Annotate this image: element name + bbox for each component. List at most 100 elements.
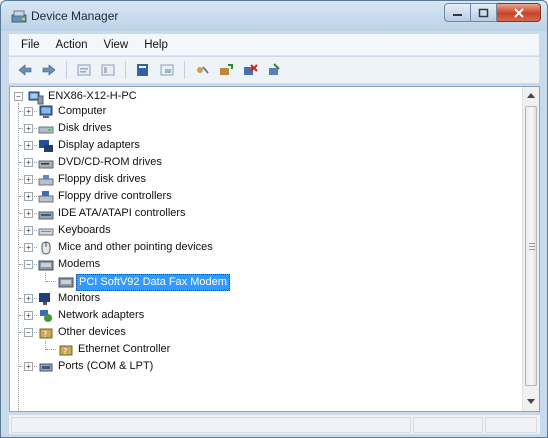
computer-view-button[interactable]: [157, 60, 177, 80]
tree-item-softv92-modem[interactable]: PCI SoftV92 Data Fax Modem: [76, 274, 230, 291]
floppy-icon: [38, 175, 54, 186]
status-pane: [413, 417, 483, 433]
disable-device-button[interactable]: [240, 60, 260, 80]
tree-root-label[interactable]: ENX86-X12-H-PC: [46, 89, 139, 104]
tree-item-ethernet-controller[interactable]: Ethernet Controller: [76, 342, 172, 357]
toolbar-separator: [184, 61, 185, 79]
menu-file[interactable]: File: [13, 39, 48, 51]
scan-hardware-icon: [197, 66, 209, 74]
floppy-controller-icon: [38, 191, 54, 203]
maximize-button[interactable]: [471, 3, 497, 22]
menu-view[interactable]: View: [96, 39, 137, 51]
monitor-icon: [39, 293, 50, 305]
update-driver-button[interactable]: [216, 60, 236, 80]
tree-item-other-devices[interactable]: Other devices: [56, 325, 128, 340]
status-pane: [485, 417, 537, 433]
menu-help[interactable]: Help: [136, 39, 176, 51]
title-bar[interactable]: Device Manager: [1, 1, 547, 31]
forward-icon: [42, 64, 56, 76]
toolbar-separator: [125, 61, 126, 79]
device-manager-window: Device Manager File Action View Help − E…: [0, 0, 548, 438]
expand-toggle[interactable]: +: [24, 362, 33, 371]
properties-button[interactable]: [74, 60, 94, 80]
modem-icon: [38, 260, 54, 271]
menu-bar: File Action View Help: [9, 34, 539, 56]
tree-item-floppy-drives[interactable]: Floppy disk drives: [56, 172, 148, 187]
show-hidden-button[interactable]: [133, 60, 153, 80]
tree-item-monitors[interactable]: Monitors: [56, 291, 102, 306]
expand-toggle[interactable]: +: [24, 124, 33, 133]
expand-toggle[interactable]: +: [24, 294, 33, 303]
expand-toggle[interactable]: +: [24, 192, 33, 201]
computer-view-icon: [160, 64, 174, 76]
scroll-down-button[interactable]: [523, 393, 539, 410]
expand-toggle[interactable]: +: [24, 175, 33, 184]
tree-item-mice[interactable]: Mice and other pointing devices: [56, 240, 215, 255]
tree-item-computer[interactable]: Computer: [56, 104, 108, 119]
keyboard-icon: [38, 228, 54, 236]
svg-text:?: ?: [63, 347, 67, 356]
network-adapter-icon: [40, 310, 52, 322]
minimize-icon: [452, 13, 462, 16]
minimize-button[interactable]: [444, 3, 471, 22]
expand-toggle[interactable]: +: [24, 243, 33, 252]
toolbar-separator: [66, 61, 67, 79]
chevron-down-icon: [527, 399, 535, 404]
device-manager-icon: [11, 10, 27, 23]
menu-action[interactable]: Action: [48, 39, 96, 51]
tree-item-dvd-drives[interactable]: DVD/CD-ROM drives: [56, 155, 164, 170]
expand-toggle[interactable]: +: [24, 311, 33, 320]
expand-toggle[interactable]: +: [24, 209, 33, 218]
device-tree[interactable]: − ENX86-X12-H-PC + Computer + Disk drive…: [9, 86, 540, 412]
toolbar: [9, 57, 539, 83]
uninstall-device-icon: [269, 63, 280, 75]
properties-icon: [77, 64, 91, 76]
status-bar: [9, 414, 540, 434]
tree-item-display-adapters[interactable]: Display adapters: [56, 138, 142, 153]
vertical-scrollbar[interactable]: [522, 87, 539, 411]
modem-icon: [58, 277, 74, 288]
tree-item-modems[interactable]: Modems: [56, 257, 102, 272]
back-icon: [18, 64, 32, 76]
show-hidden-icon: [137, 64, 148, 76]
help-button[interactable]: [98, 60, 118, 80]
tree-item-keyboards[interactable]: Keyboards: [56, 223, 113, 238]
svg-text:?: ?: [43, 330, 47, 339]
close-icon: [513, 7, 524, 18]
back-button[interactable]: [15, 60, 35, 80]
dvd-drive-icon: [38, 160, 54, 169]
collapse-root-toggle[interactable]: −: [14, 92, 23, 101]
tree-item-ide-controllers[interactable]: IDE ATA/ATAPI controllers: [56, 206, 188, 221]
scroll-thumb[interactable]: [525, 106, 537, 386]
tree-item-floppy-controllers[interactable]: Floppy drive controllers: [56, 189, 174, 204]
expand-toggle[interactable]: +: [24, 107, 33, 116]
collapse-toggle[interactable]: −: [24, 328, 33, 337]
chevron-up-icon: [527, 93, 535, 98]
pc-icon: [28, 91, 44, 105]
tree-line: [46, 349, 56, 350]
disk-drive-icon: [38, 126, 54, 134]
port-icon: [39, 363, 53, 372]
maximize-icon: [478, 8, 488, 17]
close-button[interactable]: [497, 3, 541, 22]
computer-icon: [39, 105, 53, 118]
expand-toggle[interactable]: +: [24, 158, 33, 167]
forward-button[interactable]: [39, 60, 59, 80]
display-adapter-icon: [39, 140, 53, 152]
unknown-device-icon: ?: [59, 345, 73, 356]
ide-controller-icon: [38, 211, 54, 220]
help-icon: [101, 64, 115, 76]
expand-toggle[interactable]: +: [24, 141, 33, 150]
mouse-icon: [41, 241, 51, 255]
expand-toggle[interactable]: +: [24, 226, 33, 235]
scan-hardware-button[interactable]: [192, 60, 212, 80]
tree-item-network-adapters[interactable]: Network adapters: [56, 308, 146, 323]
scroll-up-button[interactable]: [523, 87, 539, 104]
uninstall-device-button[interactable]: [264, 60, 284, 80]
tree-item-disk-drives[interactable]: Disk drives: [56, 121, 114, 136]
tree-item-ports[interactable]: Ports (COM & LPT): [56, 359, 155, 374]
collapse-toggle[interactable]: −: [24, 260, 33, 269]
update-driver-icon: [220, 64, 233, 75]
disable-device-icon: [244, 64, 258, 75]
window-title: Device Manager: [31, 9, 119, 23]
